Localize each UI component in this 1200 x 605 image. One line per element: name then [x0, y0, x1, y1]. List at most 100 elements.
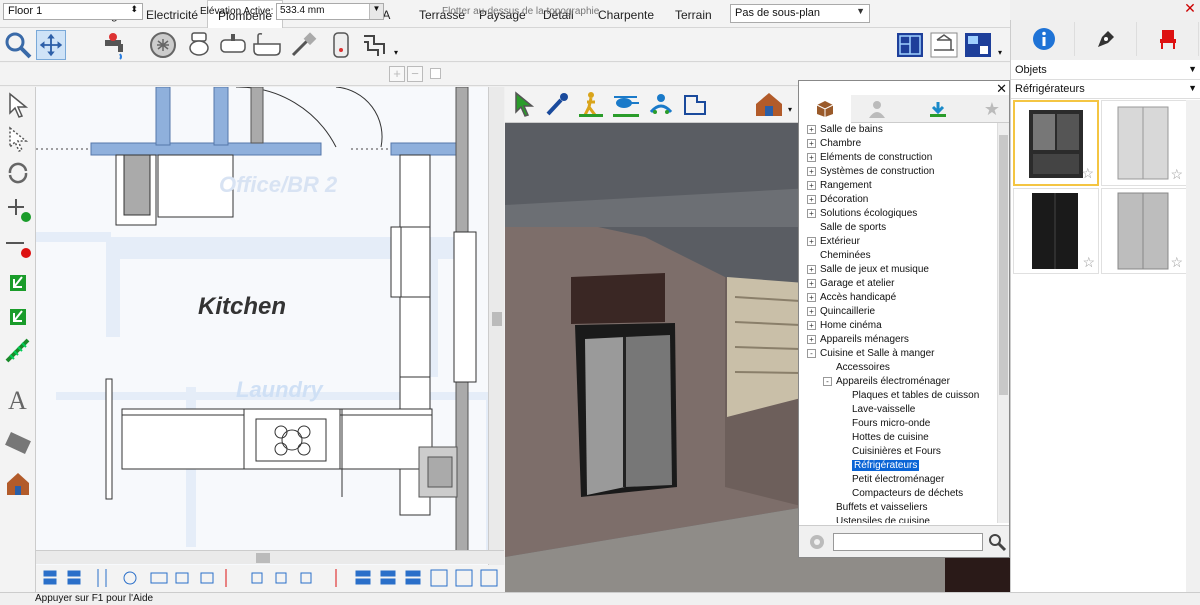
expand-icon[interactable]: +	[807, 292, 816, 302]
shower-icon[interactable]	[288, 30, 318, 60]
tree-item[interactable]: Ustensiles de cuisine	[823, 515, 930, 523]
expand-icon[interactable]: +	[807, 138, 816, 148]
tree-item[interactable]: + Systèmes de construction	[807, 165, 935, 179]
tree-item[interactable]: Compacteurs de déchets	[839, 487, 963, 501]
tab-9[interactable]: Charpente	[588, 0, 664, 28]
tab-2[interactable]: Electricité	[136, 0, 208, 28]
gear-icon[interactable]	[807, 532, 827, 552]
tree-item[interactable]: + Chambre	[807, 137, 861, 151]
floor-plan-canvas[interactable]: Office/BR 2 Kitchen Laundry	[36, 87, 504, 565]
expand-icon[interactable]: +	[807, 236, 816, 246]
tree-item[interactable]: Hottes de cuisine	[839, 431, 929, 445]
toilet-icon[interactable]	[184, 30, 214, 60]
eyedropper-icon[interactable]	[543, 90, 571, 118]
expand-icon[interactable]: +	[807, 180, 816, 190]
add-point-icon[interactable]	[4, 195, 32, 223]
expand-icon[interactable]: +	[807, 320, 816, 330]
align-icons[interactable]	[36, 565, 506, 592]
railing-icon[interactable]	[4, 337, 32, 365]
pan-icon[interactable]	[36, 30, 66, 60]
text-icon[interactable]: A	[4, 385, 32, 413]
tab-objects[interactable]	[799, 95, 851, 123]
tree-item[interactable]: Buffets et vaisseliers	[823, 501, 928, 515]
expand-icon[interactable]: +	[807, 152, 816, 162]
float-checkbox[interactable]	[430, 68, 441, 79]
water-heater-icon[interactable]	[326, 30, 356, 60]
tree-item[interactable]: - Appareils électroménager	[823, 375, 950, 389]
zoom-icon[interactable]	[3, 30, 33, 60]
design-button[interactable]	[1075, 22, 1137, 56]
tree-item[interactable]: + Solutions écologiques	[807, 207, 917, 221]
fridge-thumbnail-3[interactable]: ☆	[1013, 188, 1099, 274]
tree-item[interactable]: Plaques et tables de cuisson	[839, 389, 979, 403]
chevron-down-icon[interactable]: ▾	[998, 48, 1002, 57]
star-icon[interactable]: ☆	[1170, 254, 1183, 271]
library-button[interactable]	[1137, 22, 1199, 56]
house-3d-icon[interactable]	[753, 90, 785, 118]
tree-item[interactable]: + Eléments de construction	[807, 151, 932, 165]
rotate-icon[interactable]	[4, 159, 32, 187]
tab-user[interactable]	[851, 95, 903, 123]
tree-item[interactable]: + Salle de jeux et musique	[807, 263, 929, 277]
tree-item[interactable]: + Décoration	[807, 193, 868, 207]
orbit-icon[interactable]	[647, 90, 675, 118]
expand-icon[interactable]: +	[807, 166, 816, 176]
expand-icon[interactable]: +	[807, 278, 816, 288]
floor-select[interactable]: Floor 1 ⬍	[3, 3, 143, 20]
move-green-icon[interactable]	[4, 265, 32, 293]
expand-icon[interactable]: +	[807, 306, 816, 316]
tree-item[interactable]: Lave-vaisselle	[839, 403, 915, 417]
tab-10[interactable]: Terrain	[665, 0, 722, 28]
tree-item[interactable]: - Cuisine et Salle à manger	[807, 347, 935, 361]
plus-button[interactable]: +	[389, 66, 405, 82]
floor-plan-view-icon[interactable]	[895, 30, 925, 60]
library-scrollbar[interactable]	[997, 123, 1009, 523]
right-panel-scrollbar[interactable]	[1186, 100, 1200, 592]
tree-item[interactable]: Réfrigérateurs	[839, 459, 920, 473]
tree-item[interactable]: + Appareils ménagers	[807, 333, 909, 347]
expand-icon[interactable]: +	[807, 264, 816, 274]
tree-item[interactable]: Salle de sports	[807, 221, 886, 235]
scroll-thumb[interactable]	[999, 135, 1008, 395]
walk-icon[interactable]	[577, 90, 605, 118]
expand-icon[interactable]: +	[807, 208, 816, 218]
elevation-input[interactable]: 533.4 mm ▼	[276, 3, 384, 20]
fridge-thumbnail-1[interactable]: ☆	[1013, 100, 1099, 186]
info-button[interactable]	[1013, 22, 1075, 56]
tree-item[interactable]: Cheminées	[807, 249, 871, 263]
tree-item[interactable]: Fours micro-onde	[839, 417, 930, 431]
helicopter-icon[interactable]	[611, 90, 641, 118]
search-icon[interactable]	[987, 532, 1007, 552]
tree-item[interactable]: + Extérieur	[807, 235, 860, 249]
star-icon[interactable]: ☆	[1170, 166, 1183, 183]
collapse-icon[interactable]: -	[807, 348, 816, 358]
tree-item[interactable]: + Salle de bains	[807, 123, 883, 137]
bathtub-icon[interactable]	[252, 30, 282, 60]
star-icon[interactable]: ☆	[1081, 165, 1094, 182]
tab-favorites[interactable]: ★	[975, 95, 1009, 123]
collapse-icon[interactable]: -	[823, 376, 832, 386]
plan-vertical-scrollbar[interactable]	[488, 87, 504, 565]
camera-icon[interactable]	[4, 427, 32, 455]
layout-view-icon[interactable]	[963, 30, 993, 60]
expand-icon[interactable]: +	[807, 124, 816, 134]
multi-select-icon[interactable]	[4, 125, 32, 153]
tree-item[interactable]: Petit électroménager	[839, 473, 944, 487]
tree-item[interactable]: Cuisinières et Fours	[839, 445, 941, 459]
move-green-icon-2[interactable]	[4, 301, 32, 329]
faucet-icon[interactable]	[100, 30, 130, 60]
sink-icon[interactable]	[218, 30, 248, 60]
tree-item[interactable]: + Garage et atelier	[807, 277, 895, 291]
category-select[interactable]: Objets ▼	[1011, 62, 1200, 80]
expand-icon[interactable]: +	[807, 194, 816, 204]
tree-item[interactable]: + Quincaillerie	[807, 305, 875, 319]
scroll-thumb[interactable]	[492, 312, 502, 326]
minus-button[interactable]: −	[407, 66, 423, 82]
plan-3d-icon[interactable]	[681, 90, 709, 118]
scroll-thumb[interactable]	[256, 553, 270, 563]
sub-plan-select[interactable]: Pas de sous-plan ▼	[730, 4, 870, 23]
expand-icon[interactable]: +	[807, 334, 816, 344]
pipe-icon[interactable]	[360, 30, 390, 60]
tree-item[interactable]: + Home cinéma	[807, 319, 882, 333]
elevation-view-icon[interactable]	[929, 30, 959, 60]
